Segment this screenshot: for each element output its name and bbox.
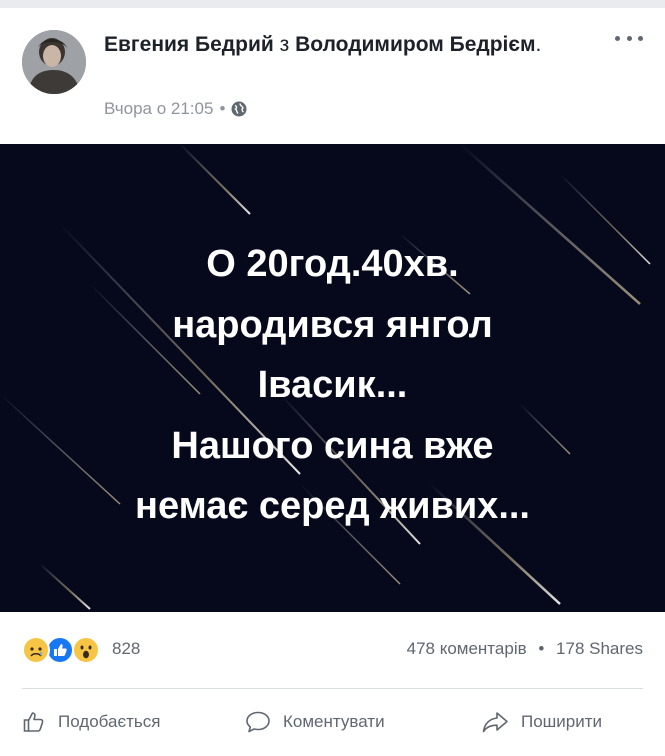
image-text-line-4: Нашого сина вже bbox=[171, 424, 494, 467]
like-label: Подобається bbox=[58, 712, 161, 731]
engagement-stats: 478 коментарів • 178 Shares bbox=[407, 639, 643, 659]
author-line: Евгения Бедрий з Володимиром Бедрієм. bbox=[104, 30, 544, 60]
meta-separator: • bbox=[219, 99, 226, 118]
post-timestamp[interactable]: Вчора о 21:05 bbox=[104, 99, 213, 119]
post-header: Евгения Бедрий з Володимиром Бедрієм. Вч… bbox=[0, 8, 665, 144]
image-text-line-2: народився янгол bbox=[172, 303, 493, 346]
action-bar: Подобається Коментувати Поширити bbox=[0, 692, 665, 752]
like-button[interactable]: Подобається bbox=[22, 704, 161, 740]
comment-label: Коментувати bbox=[283, 712, 385, 731]
sad-icon bbox=[22, 636, 50, 664]
author-conjunction: з bbox=[279, 33, 290, 56]
image-caption: О 20год.40хв. народився янгол Івасик... … bbox=[0, 234, 665, 537]
like-icon bbox=[46, 636, 74, 664]
post-card: Евгения Бедрий з Володимиром Бедрієм. Вч… bbox=[0, 8, 665, 756]
share-button[interactable]: Поширити bbox=[481, 704, 602, 740]
post-image[interactable]: О 20год.40хв. народився янгол Івасик... … bbox=[0, 144, 665, 612]
reactions-bar: 828 478 коментарів • 178 Shares bbox=[0, 612, 665, 684]
post-meta: Вчора о 21:05 • bbox=[104, 99, 247, 119]
comment-button[interactable]: Коментувати bbox=[245, 704, 385, 740]
more-dot bbox=[626, 35, 632, 41]
share-icon bbox=[482, 712, 508, 733]
engagement-separator: • bbox=[538, 639, 545, 658]
more-options-icon[interactable] bbox=[615, 30, 643, 46]
thumbs-up-icon bbox=[23, 712, 44, 732]
image-text-line-5: немає серед живих... bbox=[135, 485, 530, 527]
globe-icon[interactable] bbox=[231, 101, 247, 117]
author-avatar[interactable] bbox=[22, 30, 86, 94]
share-label: Поширити bbox=[521, 712, 603, 731]
image-text-line-1: О 20год.40хв. bbox=[206, 243, 459, 285]
tagged-person[interactable]: Володимиром Бедрієм bbox=[295, 33, 535, 56]
comments-count[interactable]: 478 коментарів bbox=[407, 639, 527, 658]
author-suffix: . bbox=[535, 33, 542, 56]
more-dot bbox=[615, 35, 620, 41]
more-dot bbox=[638, 35, 643, 41]
comment-icon bbox=[246, 711, 270, 733]
wow-icon bbox=[72, 636, 100, 664]
image-text-line-3: Івасик... bbox=[257, 364, 408, 406]
author-name[interactable]: Евгения Бедрий bbox=[104, 33, 274, 56]
shares-count[interactable]: 178 Shares bbox=[556, 639, 643, 658]
reaction-count[interactable]: 828 bbox=[112, 639, 140, 659]
actions-divider bbox=[22, 688, 643, 689]
